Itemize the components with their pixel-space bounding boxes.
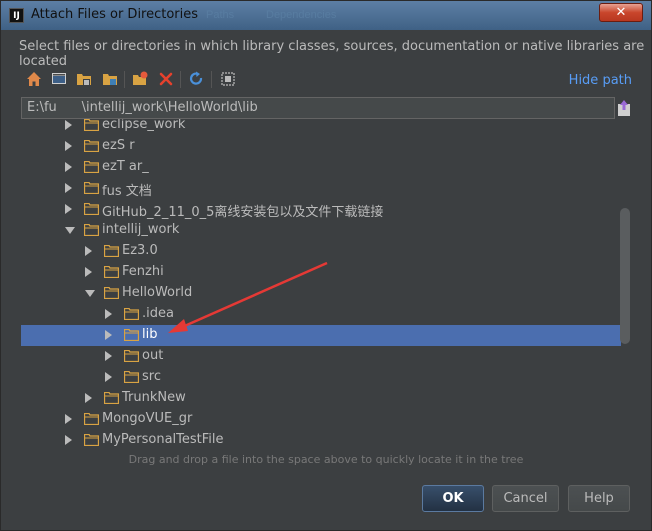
- home-icon[interactable]: [25, 70, 43, 88]
- tree-row[interactable]: GitHub_2_11_0_5离线安装包以及文件下载链接: [21, 199, 621, 220]
- collapse-arrow-icon[interactable]: [65, 204, 72, 214]
- tree-row-label: lib: [142, 327, 158, 342]
- intellij-app-icon: IJ: [9, 8, 24, 23]
- toolbar-separator: [124, 71, 125, 88]
- tree-row[interactable]: fus 文档: [21, 178, 621, 199]
- collapse-arrow-icon[interactable]: [105, 351, 112, 361]
- tree-row[interactable]: .idea: [21, 304, 621, 325]
- folder-icon: [84, 140, 99, 152]
- tree-row[interactable]: TrunkNew: [21, 388, 621, 409]
- tree-row-label: eclipse_work: [102, 119, 186, 132]
- tree-row-label: Fenzhi: [122, 264, 164, 279]
- folder-icon: [104, 392, 119, 404]
- toolbar-separator: [211, 71, 212, 88]
- tree-row-label: src: [142, 369, 161, 384]
- tree-row[interactable]: out: [21, 346, 621, 367]
- tree-row[interactable]: intellij_work: [21, 220, 621, 241]
- tree-row-label: GitHub_2_11_0_5离线安装包以及文件下载链接: [102, 205, 384, 220]
- desktop-icon[interactable]: [50, 70, 68, 88]
- show-hidden-icon[interactable]: [219, 70, 237, 88]
- hide-path-link[interactable]: Hide path: [569, 73, 632, 88]
- expand-arrow-icon[interactable]: [65, 227, 75, 234]
- folder-icon: [84, 413, 99, 425]
- refresh-icon[interactable]: [187, 70, 205, 88]
- tree-row-label: ezT ar_: [102, 159, 149, 174]
- tree-row[interactable]: MyPersonalTestFile: [21, 430, 621, 451]
- drag-drop-hint: Drag and drop a file into the space abov…: [128, 453, 524, 466]
- tree-row[interactable]: Ez3.0: [21, 241, 621, 262]
- file-tree[interactable]: eclipse_work ezS r ezT ar_fus 文档 GitHub_2_1…: [21, 119, 631, 452]
- collapse-arrow-icon[interactable]: [85, 246, 92, 256]
- folder-icon: [124, 329, 139, 341]
- tree-row-label: ezS r: [102, 138, 135, 153]
- tree-row[interactable]: eclipse_work: [21, 119, 621, 136]
- folder-icon: [104, 287, 119, 299]
- collapse-arrow-icon[interactable]: [85, 267, 92, 277]
- folder-icon: [84, 434, 99, 446]
- folder-icon: [84, 161, 99, 173]
- collapse-arrow-icon[interactable]: [105, 330, 112, 340]
- tree-row-label: fus 文档: [102, 184, 152, 199]
- tree-row-label: Ez3.0: [122, 243, 158, 258]
- tree-row[interactable]: MongoVUE_gr: [21, 409, 621, 430]
- tree-row[interactable]: HelloWorld: [21, 283, 621, 304]
- tree-row-label: out: [142, 348, 164, 363]
- tree-row[interactable]: ezT ar_: [21, 157, 621, 178]
- tree-row[interactable]: ezS r: [21, 136, 621, 157]
- collapse-arrow-icon[interactable]: [85, 393, 92, 403]
- path-input[interactable]: [27, 100, 609, 115]
- tree-row[interactable]: src: [21, 367, 621, 388]
- tree-row-label: TrunkNew: [122, 390, 186, 405]
- help-button[interactable]: Help: [568, 485, 630, 512]
- toolbar-separator: [180, 71, 181, 88]
- tree-row-label: intellij_work: [102, 222, 180, 237]
- folder-icon: [104, 266, 119, 278]
- path-history-icon[interactable]: [617, 99, 631, 117]
- tree-scrollbar[interactable]: [620, 208, 630, 344]
- folder-icon: [84, 182, 99, 194]
- tree-row-label: .idea: [142, 306, 174, 321]
- collapse-arrow-icon[interactable]: [65, 183, 72, 193]
- window-title: Attach Files or Directories: [31, 7, 199, 22]
- collapse-arrow-icon[interactable]: [105, 372, 112, 382]
- folder-icon: [84, 119, 99, 131]
- collapse-arrow-icon[interactable]: [65, 414, 72, 424]
- close-button[interactable]: ✕: [599, 3, 643, 22]
- collapse-arrow-icon[interactable]: [65, 120, 72, 130]
- background-window-title: Paths: [206, 9, 235, 21]
- tree-row-label: MongoVUE_gr: [102, 411, 193, 426]
- ok-button[interactable]: OK: [422, 485, 484, 512]
- folder-icon: [124, 371, 139, 383]
- collapse-arrow-icon[interactable]: [65, 141, 72, 151]
- cancel-button[interactable]: Cancel: [492, 485, 559, 512]
- background-window-title: Dependencies: [266, 9, 337, 21]
- collapse-arrow-icon[interactable]: [65, 162, 72, 172]
- new-folder-icon[interactable]: [131, 70, 149, 88]
- project-icon[interactable]: [75, 70, 93, 88]
- dialog-description: Select files or directories in which lib…: [19, 39, 645, 69]
- module-icon[interactable]: [101, 70, 119, 88]
- collapse-arrow-icon[interactable]: [65, 435, 72, 445]
- collapse-arrow-icon[interactable]: [105, 309, 112, 319]
- folder-icon: [84, 224, 99, 236]
- path-field[interactable]: [21, 97, 615, 119]
- tree-row-label: HelloWorld: [122, 285, 193, 300]
- folder-icon: [124, 308, 139, 320]
- tree-row[interactable]: Fenzhi: [21, 262, 621, 283]
- tree-row-label: MyPersonalTestFile: [102, 432, 224, 447]
- folder-icon: [124, 350, 139, 362]
- expand-arrow-icon[interactable]: [85, 290, 95, 297]
- tree-row[interactable]: lib: [21, 325, 621, 346]
- folder-icon: [104, 245, 119, 257]
- folder-icon: [84, 203, 99, 215]
- title-bar[interactable]: IJ Attach Files or Directories Paths Dep…: [1, 1, 651, 30]
- delete-icon[interactable]: [157, 70, 175, 88]
